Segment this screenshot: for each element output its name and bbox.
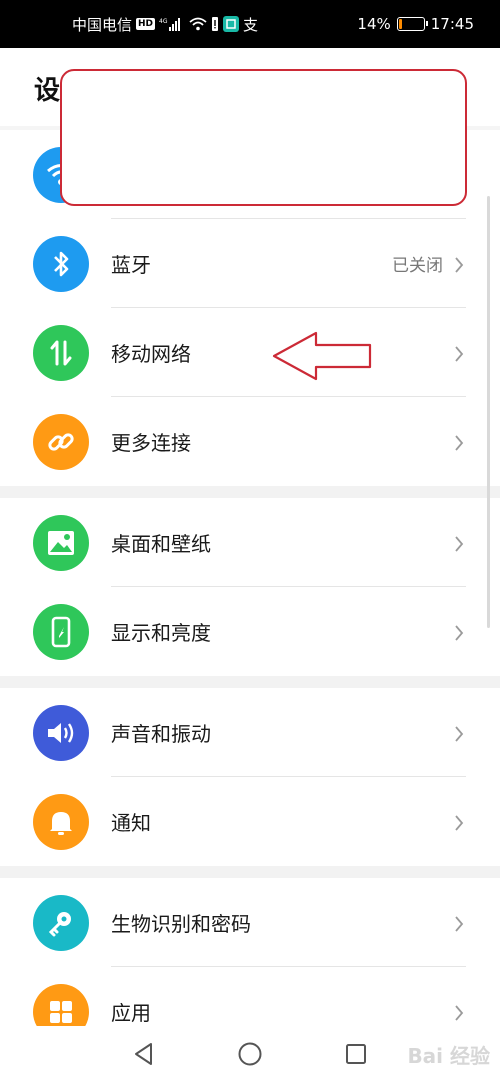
chevron-right-icon <box>455 1004 464 1021</box>
clock: 17:45 <box>430 15 474 33</box>
status-bar: 中国电信 HD 4G 支 14% 17:45 <box>0 0 500 48</box>
settings-row-biometrics-password[interactable]: 生物识别和密码 <box>0 878 500 967</box>
chevron-right-icon <box>455 434 464 451</box>
alert-icon <box>211 16 219 32</box>
bluetooth-icon <box>33 235 89 292</box>
status-left: 中国电信 HD 4G 支 <box>72 0 258 48</box>
status-right: 14% 17:45 <box>357 0 474 48</box>
settings-row-sound-vibration[interactable]: 声音和振动 <box>0 688 500 777</box>
battery-level <box>398 19 403 29</box>
row-label: 应用 <box>111 1001 151 1025</box>
row-label: 更多连接 <box>111 431 191 455</box>
network-type: 4G <box>159 18 168 25</box>
row-label: 显示和亮度 <box>111 621 211 645</box>
group-separator <box>0 486 500 498</box>
back-button[interactable] <box>128 1038 160 1070</box>
settings-row-more-connections[interactable]: 更多连接 <box>0 397 500 486</box>
recents-button[interactable] <box>340 1038 372 1070</box>
image-icon <box>33 514 89 571</box>
settings-row-notifications[interactable]: 通知 <box>0 777 500 866</box>
chevron-right-icon <box>455 535 464 552</box>
wifi-status-icon <box>189 17 207 31</box>
back-icon <box>135 1043 152 1065</box>
settings-row-mobile-network[interactable]: 移动网络 <box>0 308 500 397</box>
recents-icon <box>346 1044 366 1064</box>
settings-row-display-brightness[interactable]: 显示和亮度 <box>0 587 500 676</box>
chevron-right-icon <box>455 814 464 831</box>
settings-list: 蓝牙 已关闭 移动网络 更多连接 桌面和壁纸 显示和亮度 声音和振动 通知 生物… <box>0 126 500 1056</box>
phone-brightness-icon <box>33 603 89 660</box>
page-title: 设 <box>34 76 61 106</box>
alipay-notification: 支 <box>243 15 259 34</box>
group-separator <box>0 866 500 878</box>
row-label: 通知 <box>111 811 151 835</box>
row-label: 蓝牙 <box>111 253 151 277</box>
bell-icon <box>33 793 89 850</box>
battery-icon <box>396 17 428 31</box>
signal-icon: 4G <box>159 16 185 32</box>
watermark: Bai 经验 <box>407 1044 490 1068</box>
row-status: 已关闭 <box>392 256 443 276</box>
app-notification-icon <box>223 16 240 32</box>
row-label: 移动网络 <box>111 342 191 366</box>
row-label: 生物识别和密码 <box>111 912 251 936</box>
scrollbar[interactable] <box>487 196 490 628</box>
key-icon <box>33 894 89 951</box>
row-label: 声音和振动 <box>111 722 211 746</box>
chevron-right-icon <box>455 624 464 641</box>
battery-percent: 14% <box>357 15 391 33</box>
carrier-name: 中国电信 <box>72 15 133 34</box>
group-separator <box>0 676 500 688</box>
link-icon <box>33 413 89 470</box>
annotation-arrow-icon <box>272 331 372 381</box>
mobile-data-icon <box>33 324 89 381</box>
hd-badge: HD <box>136 18 156 30</box>
redaction-box <box>60 69 467 206</box>
chevron-right-icon <box>455 256 464 273</box>
home-icon <box>238 1042 262 1066</box>
chevron-right-icon <box>455 725 464 742</box>
chevron-right-icon <box>455 345 464 362</box>
settings-row-home-wallpaper[interactable]: 桌面和壁纸 <box>0 498 500 587</box>
chevron-right-icon <box>455 915 464 932</box>
speaker-icon <box>33 704 89 761</box>
home-button[interactable] <box>234 1038 266 1070</box>
row-label: 桌面和壁纸 <box>111 532 211 556</box>
settings-row-bluetooth[interactable]: 蓝牙 已关闭 <box>0 219 500 308</box>
